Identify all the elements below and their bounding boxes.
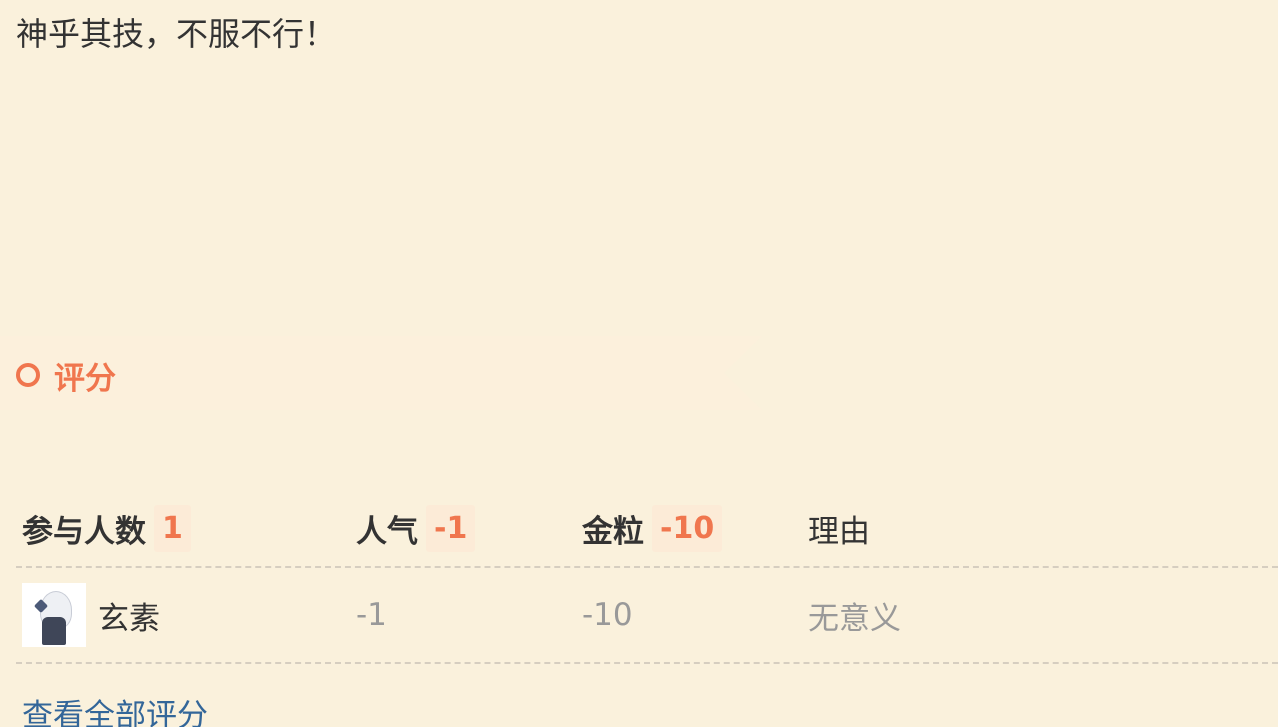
reason-value: 无意义 [808, 600, 901, 637]
participants-label: 参与人数 [22, 513, 146, 550]
participants-header: 参与人数 1 [22, 490, 191, 566]
view-all-ratings-link[interactable]: 查看全部评分 [22, 690, 208, 727]
reason-label: 理由 [808, 513, 870, 550]
rating-title: 评分 [16, 355, 116, 397]
gold-value: -10 [582, 597, 633, 633]
popularity-label: 人气 [356, 513, 418, 550]
page: 神乎其技，不服不行！ 评分 参与人数 1 人气 -1 金粒 -10 理由 玄素 … [0, 0, 1278, 727]
gold-label: 金粒 [582, 513, 644, 550]
rater-cell: 玄素 [22, 568, 160, 662]
reason-cell: 无意义 [808, 568, 901, 662]
post-message: 神乎其技，不服不行！ [16, 15, 337, 53]
popularity-cell: -1 [356, 568, 387, 662]
popularity-value: -1 [356, 597, 387, 633]
rating-title-text: 评分 [54, 360, 116, 397]
rating-table: 参与人数 1 人气 -1 金粒 -10 理由 玄素 -1 -10 无意义 [16, 490, 1278, 664]
gold-header: 金粒 -10 [582, 490, 723, 566]
rating-table-header: 参与人数 1 人气 -1 金粒 -10 理由 [16, 490, 1278, 568]
reason-header: 理由 [808, 490, 870, 566]
popularity-total-badge: -1 [426, 504, 476, 552]
circle-icon [16, 363, 40, 387]
avatar-body [42, 617, 66, 645]
user-avatar-icon[interactable] [22, 583, 86, 647]
gold-total-badge: -10 [652, 504, 723, 552]
table-row: 玄素 -1 -10 无意义 [16, 568, 1278, 664]
participants-count-badge: 1 [154, 504, 191, 552]
gold-cell: -10 [582, 568, 633, 662]
username-link[interactable]: 玄素 [98, 593, 160, 638]
popularity-header: 人气 -1 [356, 490, 476, 566]
